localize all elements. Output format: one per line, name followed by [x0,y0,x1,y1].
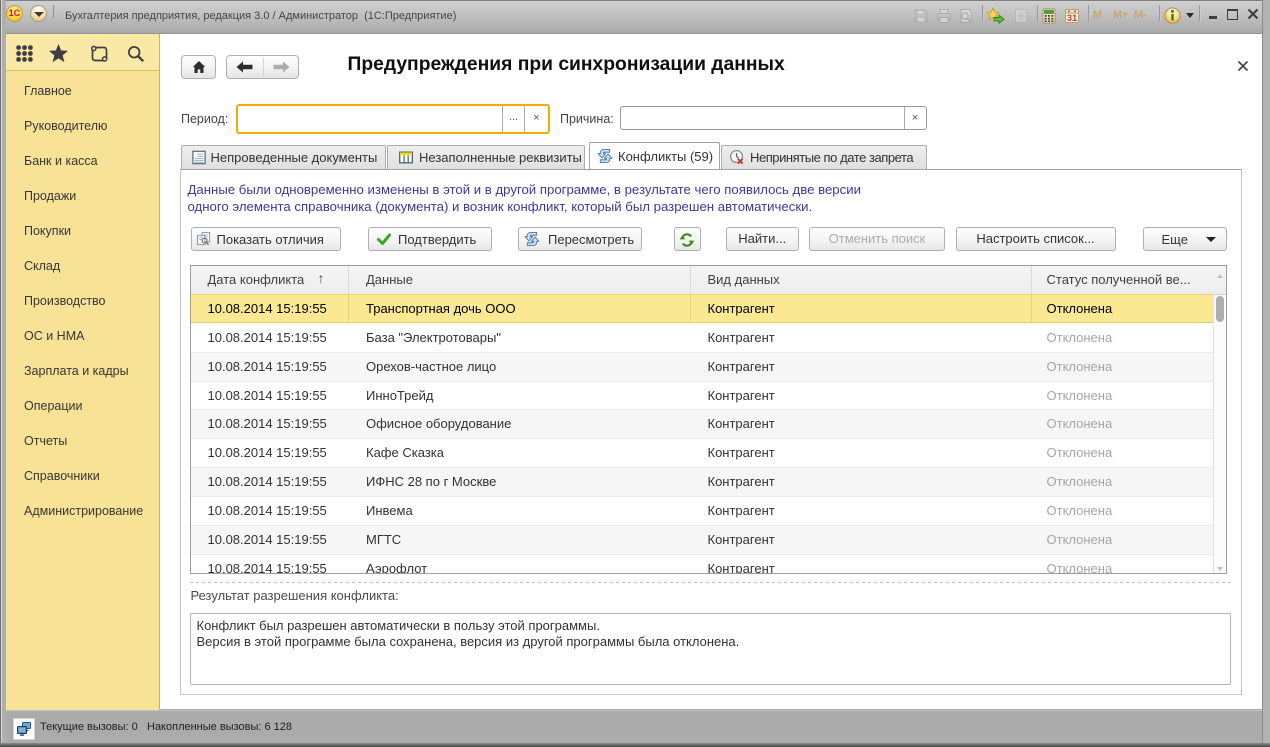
svg-text:31: 31 [1067,13,1078,24]
